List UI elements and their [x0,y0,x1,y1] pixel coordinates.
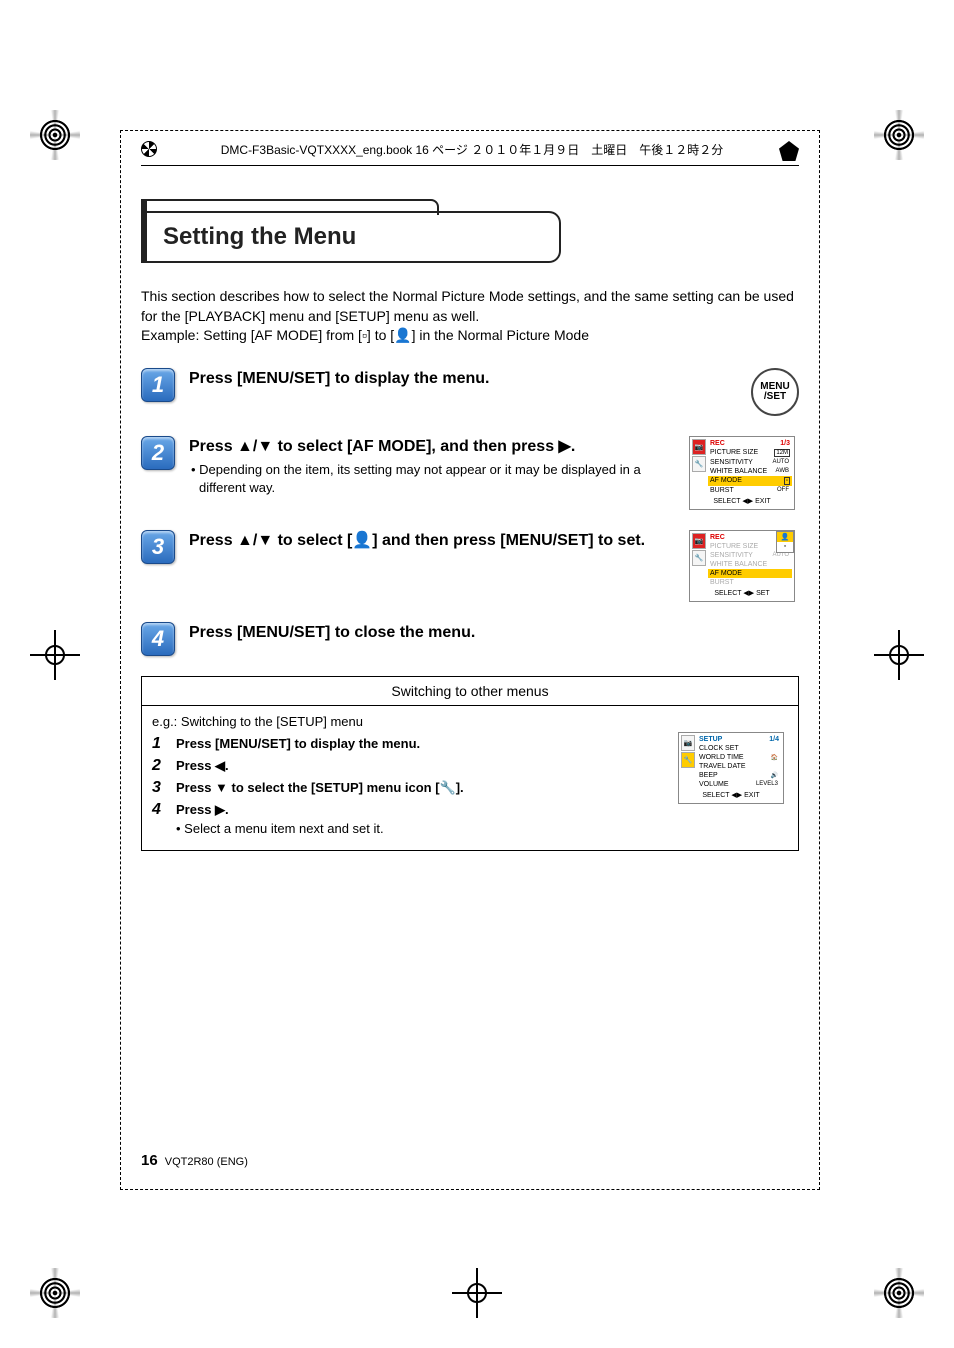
lcd-item-label: TRAVEL DATE [699,763,746,770]
lcd-item-label: BURST [710,579,734,586]
intro-text: This section describes how to select the… [141,287,799,346]
lcd-item-label: AF MODE [710,477,742,484]
lcd-item-value: AUTO [771,459,790,465]
crop-mark-icon [874,630,924,680]
switch-step-main: Press ▶. [176,802,229,817]
lcd-item-value: 🔊 [770,772,779,779]
lcd-item-label: AF MODE [710,570,742,577]
lcd-tab-wrench-icon: 🔧 [692,456,706,472]
step-title: Press ▲/▼ to select [AF MODE], and then … [189,436,675,458]
lcd-item-value: ▫ [784,477,790,485]
lcd-item-value: AWB [775,468,790,474]
lcd-tab-camera-icon: 📷 [692,533,706,549]
switch-step: 2 Press ◀. [152,757,664,775]
switch-step: 3 Press ▼ to select the [SETUP] menu ico… [152,779,664,797]
lcd-item-value: LEVEL3 [755,781,779,787]
lcd-item-value: OFF [776,487,790,493]
step-title: Press ▲/▼ to select [👤] and then press [… [189,530,675,552]
lcd-item-label: SENSITIVITY [710,459,753,466]
page-number: 16 [141,1152,158,1169]
lcd-tab-wrench-icon: 🔧 [692,550,706,566]
step-number-badge: 3 [141,530,175,564]
switching-example: e.g.: Switching to the [SETUP] menu [152,714,664,729]
lcd-item-value: AUTO [771,552,790,558]
switch-step-num: 1 [152,735,166,753]
section-title-box: Setting the Menu [141,211,561,263]
page-frame: DMC-F3Basic-VQTXXXX_eng.book 16 ページ ２０１０… [120,130,820,1190]
switch-step-text: Press ▶. • Select a menu item next and s… [176,801,384,837]
switching-title: Switching to other menus [142,677,798,706]
page-footer: 16 VQT2R80 (ENG) [141,1152,248,1169]
step-row: 4 Press [MENU/SET] to close the menu. [141,622,799,656]
crop-mark-icon [30,110,80,160]
crop-mark-icon [30,630,80,680]
lcd-item-label: WHITE BALANCE [710,468,767,475]
step-row: 1 Press [MENU/SET] to display the menu. … [141,368,799,416]
menu-btn-line2: /SET [764,392,786,402]
intro-line: This section describes how to select the… [141,287,799,326]
lcd-footer: SELECT ◀▶ EXIT [681,789,781,801]
crop-mark-icon [452,1268,502,1318]
lcd-screenshot-rec1: 📷 🔧 REC 1/3 PICTURE SIZE 12M SENSITIVITY AU… [689,436,795,510]
lcd-item-value: 🏠 [770,754,779,761]
crop-mark-icon [30,1268,80,1318]
step-title: Press [MENU/SET] to close the menu. [189,622,675,644]
intro-line: Example: Setting [AF MODE] from [▫] to [… [141,326,799,346]
switch-step-num: 4 [152,801,166,819]
switch-step-num: 2 [152,757,166,775]
switch-step-text: Press ▼ to select the [SETUP] menu icon … [176,779,464,797]
lcd-page: 1/3 [780,440,790,447]
lcd-tab-camera-icon: 📷 [692,439,706,455]
switching-box: Switching to other menus e.g.: Switching… [141,676,799,851]
section-title: Setting the Menu [163,223,543,251]
step-number-badge: 2 [141,436,175,470]
step-note: • Depending on the item, its setting may… [189,461,675,496]
switch-step-text: Press [MENU/SET] to display the menu. [176,735,420,753]
lcd-footer: SELECT ◀▶ EXIT [692,495,792,507]
lcd-header: SETUP [699,736,722,743]
lcd-item-label: BURST [710,487,734,494]
step-row: 3 Press ▲/▼ to select [👤] and then press… [141,530,799,602]
footer-code: VQT2R80 (ENG) [165,1156,248,1168]
lcd-item-label: PICTURE SIZE [710,543,758,550]
crop-mark-icon [874,1268,924,1318]
book-header: DMC-F3Basic-VQTXXXX_eng.book 16 ページ ２０１０… [141,141,799,166]
bookmark-icon [779,141,799,161]
switch-step: 4 Press ▶. • Select a menu item next and… [152,801,664,837]
lcd-item-label: WHITE BALANCE [710,561,767,568]
lcd-header: REC [710,534,725,541]
lcd-screenshot-setup: 📷 🔧 SETUP 1/4 CLOCK SET WORLD TIME 🏠 TRAVE… [678,732,784,804]
switch-step-text: Press ◀. [176,757,229,775]
book-info-text: DMC-F3Basic-VQTXXXX_eng.book 16 ページ ２０１０… [221,143,724,157]
lcd-item-label: SENSITIVITY [710,552,753,559]
lcd-item-label: PICTURE SIZE [710,449,758,456]
lcd-popup-option: 👤 [777,532,793,542]
lcd-tab-camera-icon: 📷 [681,735,695,751]
lcd-tab-wrench-icon: 🔧 [681,752,695,768]
lcd-popup-option: ▫ [777,542,793,552]
lcd-item-label: VOLUME [699,781,729,788]
lcd-item-label: CLOCK SET [699,745,739,752]
lcd-item-value: 12M [774,449,790,457]
step-title: Press [MENU/SET] to display the menu. [189,368,675,390]
step-row: 2 Press ▲/▼ to select [AF MODE], and the… [141,436,799,510]
step-number-badge: 4 [141,622,175,656]
switch-step: 1 Press [MENU/SET] to display the menu. [152,735,664,753]
lcd-page: 1/4 [769,736,779,743]
lcd-screenshot-rec2: 📷 🔧 REC1/3 PICTURE SIZE12M SENSITIVITYAU… [689,530,795,602]
lcd-footer: SELECT ◀▶ SET [692,587,792,599]
color-wheel-icon [141,141,157,157]
switch-step-sub: • Select a menu item next and set it. [176,820,384,838]
lcd-item-label: BEEP [699,772,718,779]
lcd-header: REC [710,440,725,447]
step-number-badge: 1 [141,368,175,402]
crop-mark-icon [874,110,924,160]
menu-set-button-icon: MENU /SET [751,368,799,416]
lcd-item-label: WORLD TIME [699,754,744,761]
lcd-popup: 👤 ▫ [776,531,794,553]
switch-step-num: 3 [152,779,166,797]
